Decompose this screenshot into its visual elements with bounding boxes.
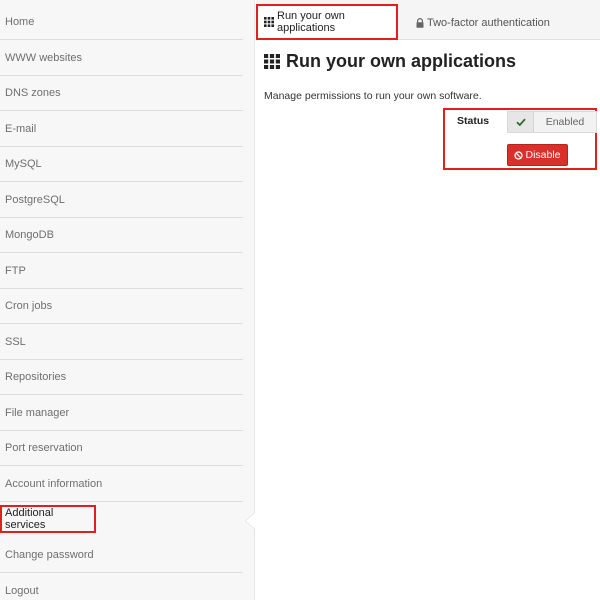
sidebar-item-label: Logout	[5, 584, 39, 597]
sidebar-item-label: Change password	[5, 549, 94, 561]
sidebar-item-label: DNS zones	[5, 87, 61, 99]
sidebar-item-cron-jobs[interactable]: Cron jobs	[0, 289, 243, 324]
status-toggle[interactable]: Enabled	[507, 111, 597, 133]
page-title: Run your own applications	[264, 51, 516, 72]
disable-button-label: Disable	[525, 149, 561, 161]
sidebar-item-port-reservation[interactable]: Port reservation	[0, 431, 243, 466]
status-value: Enabled	[534, 112, 596, 132]
sidebar-item-label: Additional services	[5, 506, 54, 531]
tab-label: Two-factor authentication	[427, 16, 550, 29]
sidebar-item-logout[interactable]: Logout	[0, 573, 243, 600]
sidebar-item-repositories[interactable]: Repositories	[0, 360, 243, 395]
sidebar-item-label: E-mail	[5, 123, 37, 135]
sidebar-item-label: PostgreSQL	[5, 194, 65, 206]
page-title-text: Run your own applications	[286, 51, 517, 71]
sidebar-item-label: Home	[5, 16, 35, 28]
tab-run-your-own-applications[interactable]: Run your own applications	[256, 4, 398, 40]
tab-label: Run your own applications	[277, 10, 345, 34]
page-description: Manage permissions to run your own softw…	[264, 90, 482, 102]
sidebar-item-label: Account information	[5, 478, 103, 490]
sidebar-item-label: MongoDB	[5, 229, 54, 241]
sidebar-item-additional-services[interactable]: Additional services	[0, 505, 96, 533]
status-label: Status	[457, 115, 490, 127]
sidebar-item-home[interactable]: Home	[0, 5, 243, 40]
sidebar-item-label: SSL	[5, 336, 26, 348]
sidebar-item-label: Port reservation	[5, 442, 83, 454]
grid-icon	[264, 54, 280, 69]
sidebar: Home WWW websites DNS zones E-mail MySQL…	[0, 0, 255, 600]
sidebar-item-dns-zones[interactable]: DNS zones	[0, 76, 243, 111]
sidebar-item-label: Cron jobs	[5, 300, 53, 312]
sidebar-item-file-manager[interactable]: File manager	[0, 396, 243, 431]
sidebar-item-label: File manager	[5, 407, 70, 419]
sidebar-item-label: MySQL	[5, 158, 42, 170]
sidebar-item-email[interactable]: E-mail	[0, 112, 243, 147]
sidebar-item-label: WWW websites	[5, 52, 82, 64]
tab-bar: Run your own applications Two-factor aut…	[256, 0, 600, 40]
sidebar-item-ftp[interactable]: FTP	[0, 254, 243, 289]
sidebar-item-label: FTP	[5, 265, 26, 277]
tab-two-factor-authentication[interactable]: Two-factor authentication	[410, 5, 556, 40]
sidebar-item-ssl[interactable]: SSL	[0, 325, 243, 360]
sidebar-item-mongodb[interactable]: MongoDB	[0, 218, 243, 253]
grid-icon	[264, 17, 274, 27]
lock-icon	[416, 17, 424, 28]
active-indicator-inner	[246, 513, 255, 529]
sidebar-item-change-password[interactable]: Change password	[0, 538, 243, 573]
sidebar-item-mysql[interactable]: MySQL	[0, 147, 243, 182]
disable-button[interactable]: Disable	[507, 144, 568, 166]
sidebar-item-label: Repositories	[5, 371, 67, 383]
sidebar-item-postgresql[interactable]: PostgreSQL	[0, 183, 243, 218]
sidebar-item-www-websites[interactable]: WWW websites	[0, 41, 243, 76]
ban-icon	[514, 150, 524, 160]
sidebar-item-account-information[interactable]: Account information	[0, 467, 243, 502]
checkmark-icon	[508, 112, 534, 132]
